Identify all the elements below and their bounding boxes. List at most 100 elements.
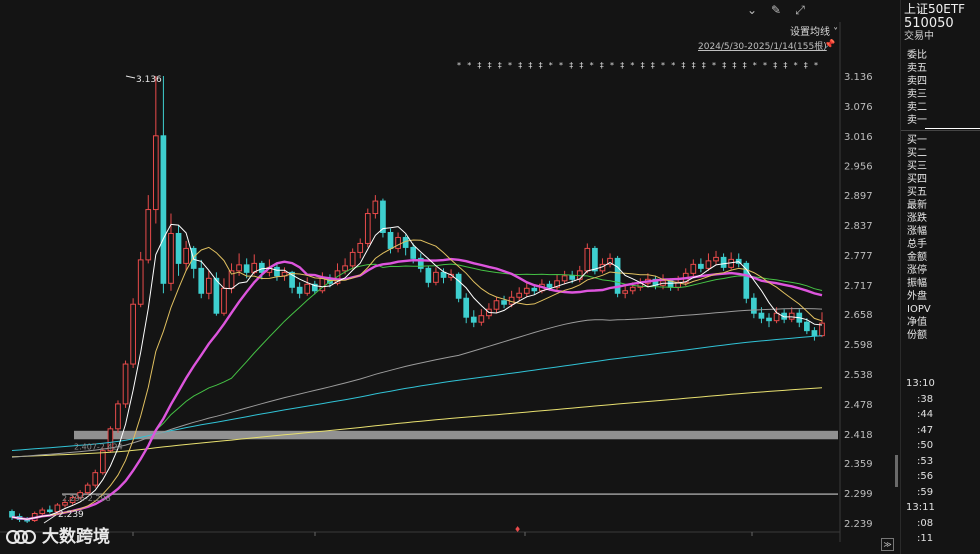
candle-body bbox=[463, 297, 470, 318]
quote-row: 总手 bbox=[907, 239, 927, 250]
candle-body bbox=[592, 247, 598, 272]
candle-body bbox=[380, 200, 386, 233]
candle-body bbox=[705, 260, 712, 269]
tick-time: :59 bbox=[917, 486, 934, 498]
candle-body bbox=[410, 246, 417, 259]
quote-row: 买一 bbox=[907, 135, 927, 146]
event-marker: * bbox=[763, 61, 767, 70]
candle-body bbox=[455, 273, 462, 299]
tick-time: :53 bbox=[917, 455, 934, 467]
candle-body bbox=[440, 271, 447, 278]
candle-body bbox=[425, 267, 432, 283]
event-marker: * bbox=[559, 61, 563, 70]
toolbar-icons: ⌄ ✎ ⤢ bbox=[745, 3, 807, 17]
candle-body bbox=[296, 286, 303, 294]
tick-time: :38 bbox=[917, 393, 934, 405]
candle-body bbox=[205, 277, 212, 294]
candle-body bbox=[622, 290, 629, 294]
event-marker: * bbox=[712, 61, 716, 70]
candle-body bbox=[698, 263, 704, 269]
candle-body bbox=[751, 297, 757, 314]
quote-row: 振幅 bbox=[907, 278, 927, 289]
y-tick-label: 2.956 bbox=[844, 162, 873, 173]
candle-body bbox=[221, 287, 227, 314]
chevron-down-icon[interactable]: ⌄ bbox=[745, 3, 759, 17]
watermark-logo: 大数跨境 bbox=[6, 522, 110, 547]
candle-body bbox=[569, 275, 576, 280]
y-tick-label: 2.538 bbox=[844, 370, 873, 381]
candle-body bbox=[395, 236, 401, 249]
event-marker: * bbox=[549, 61, 553, 70]
y-tick-label: 3.136 bbox=[844, 72, 873, 83]
logo-icon bbox=[6, 524, 36, 546]
y-tick-label: 2.598 bbox=[844, 340, 873, 351]
candle-body bbox=[531, 287, 538, 292]
y-tick-label: 2.359 bbox=[844, 459, 873, 470]
quote-row: 净值 bbox=[907, 317, 927, 328]
quote-row: 涨停 bbox=[907, 265, 927, 276]
event-marker: * bbox=[661, 61, 665, 70]
event-marker: ‡ bbox=[620, 61, 624, 70]
candle-body bbox=[236, 264, 242, 272]
event-marker: ‡ bbox=[641, 61, 645, 70]
tick-time: :44 bbox=[917, 409, 934, 420]
candle-body bbox=[304, 283, 311, 294]
y-tick-label: 2.837 bbox=[844, 221, 873, 232]
candle-body bbox=[243, 264, 250, 273]
scrollbar-thumb[interactable] bbox=[895, 455, 898, 487]
event-marker: ‡ bbox=[600, 61, 604, 70]
bid-rows: 买一 买二 买三 买四 买五 最新 涨跌 涨幅 总手 金额 涨停 振幅 外盘 IOPV 净值 份额 bbox=[901, 134, 980, 342]
candle-body bbox=[175, 232, 182, 264]
event-marker: ‡ bbox=[539, 61, 543, 70]
event-marker: ‡ bbox=[477, 61, 481, 70]
event-marker: ‡ bbox=[783, 61, 787, 70]
quote-row: 买二 bbox=[907, 148, 927, 159]
candle-body bbox=[758, 312, 765, 319]
y-tick-label: 2.299 bbox=[844, 489, 873, 500]
scroll-right-button[interactable]: ≫ bbox=[881, 538, 894, 551]
event-marker: * bbox=[630, 61, 634, 70]
tick-time: 13:10 bbox=[906, 378, 935, 389]
y-tick-label: 2.478 bbox=[844, 400, 873, 411]
candle-body bbox=[788, 312, 795, 320]
signal-marker: ♦ bbox=[514, 525, 521, 534]
event-marker: * bbox=[671, 61, 675, 70]
candle-body bbox=[258, 262, 265, 273]
pin-icon: 📌 bbox=[824, 38, 835, 50]
event-marker: ‡ bbox=[692, 61, 696, 70]
low-label: 2.239 bbox=[58, 510, 84, 520]
tick-time: :08 bbox=[917, 517, 934, 529]
event-marker: * bbox=[794, 61, 798, 70]
ma250-line bbox=[11, 387, 823, 458]
candle-body bbox=[168, 232, 174, 284]
quote-row: 卖四 bbox=[907, 76, 927, 87]
price-zone-band bbox=[74, 430, 838, 440]
candle-body bbox=[478, 315, 485, 323]
candle-body bbox=[198, 267, 205, 294]
candle-body bbox=[720, 256, 727, 268]
quote-row: 涨幅 bbox=[907, 226, 927, 237]
x-tick-label: 2025 bbox=[744, 541, 769, 542]
candle-body bbox=[501, 300, 507, 305]
candle-body bbox=[804, 321, 810, 332]
event-marker: ‡ bbox=[579, 61, 583, 70]
quote-row: 涨跌 bbox=[907, 213, 927, 224]
event-marker: * bbox=[814, 61, 818, 70]
high-label: 3.136 bbox=[136, 75, 162, 85]
quote-row: 卖五 bbox=[907, 63, 927, 74]
candlestick-chart[interactable]: 3.136 3.076 3.016 2.956 2.897 2.837 2.777 2.717… bbox=[0, 22, 897, 542]
event-marker: ‡ bbox=[681, 61, 685, 70]
candle-body bbox=[584, 247, 591, 272]
candle-body bbox=[213, 277, 220, 314]
candle-body bbox=[115, 403, 121, 430]
security-name: 上证50ETF bbox=[904, 2, 966, 16]
quote-row: 卖一 bbox=[901, 114, 980, 129]
expand-icon[interactable]: ⤢ bbox=[793, 3, 807, 17]
y-tick-label: 3.076 bbox=[844, 102, 873, 113]
tick-time: :50 bbox=[917, 440, 934, 451]
brush-icon[interactable]: ✎ bbox=[769, 3, 783, 17]
candle-body bbox=[357, 242, 364, 253]
candle-body bbox=[629, 286, 636, 292]
quote-row: 买五 bbox=[907, 187, 927, 198]
trading-status: 交易中 bbox=[904, 31, 934, 42]
